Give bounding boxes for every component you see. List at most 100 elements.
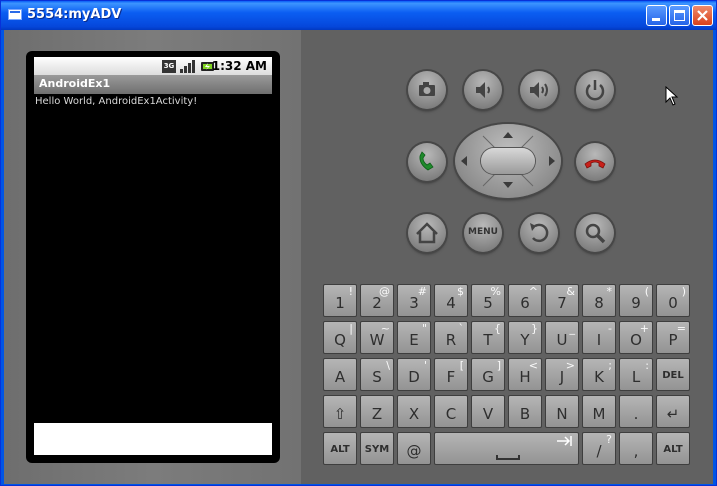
key-shift-label: ) <box>681 285 686 298</box>
key-0-0[interactable]: 1! <box>323 284 357 317</box>
key-2-2[interactable]: D ' <box>397 358 431 391</box>
maximize-button[interactable] <box>669 5 690 26</box>
key-space[interactable] <box>434 432 579 465</box>
key-0-9[interactable]: 0) <box>656 284 690 317</box>
key-main-label: J <box>559 367 565 386</box>
key-main-label: N <box>556 404 568 423</box>
key-2-4[interactable]: G] <box>471 358 505 391</box>
phone-screen[interactable]: 3G 1:32 AM AndroidEx1 Hello World, Andro… <box>26 51 280 463</box>
key-shift-label: " <box>421 322 427 335</box>
search-button[interactable] <box>576 214 614 252</box>
key-1-0[interactable]: Q | <box>323 321 357 354</box>
close-button[interactable] <box>692 5 713 26</box>
key-main-label: E <box>409 330 419 349</box>
key-3-0[interactable]: ⇧ <box>323 395 357 428</box>
key-alt-left[interactable]: ALT <box>323 432 357 465</box>
key-1-7[interactable]: I- <box>582 321 616 354</box>
key-main-label: D <box>408 367 420 386</box>
key-main-label: K <box>594 367 604 386</box>
key-0-3[interactable]: 4 $ <box>434 284 468 317</box>
key-sym[interactable]: SYM <box>360 432 394 465</box>
key-main-label: DEL <box>662 369 684 381</box>
key-1-9[interactable]: P = <box>656 321 690 354</box>
key-shift-label: ` <box>458 322 465 335</box>
key-1-5[interactable]: Y} <box>508 321 542 354</box>
call-button[interactable] <box>408 143 446 181</box>
dpad-center-button[interactable] <box>481 148 535 174</box>
key-1-1[interactable]: W ~ <box>360 321 394 354</box>
key-3-3[interactable]: C <box>434 395 468 428</box>
key-1-8[interactable]: O + <box>619 321 653 354</box>
key-alt-right[interactable]: ALT <box>656 432 690 465</box>
key-0-8[interactable]: 9( <box>619 284 653 317</box>
key-1-4[interactable]: T{ <box>471 321 505 354</box>
key-main-label: F <box>446 367 456 386</box>
minimize-button[interactable] <box>646 5 667 26</box>
key-0-2[interactable]: 3 # <box>397 284 431 317</box>
key-0-5[interactable]: 6 ^ <box>508 284 542 317</box>
key-main-label: B <box>519 404 531 423</box>
key-main-label: C <box>445 404 457 423</box>
key-shift-label: ? <box>606 433 612 446</box>
back-arrow-icon <box>530 223 549 243</box>
key-main-label: V <box>482 404 494 423</box>
key-2-5[interactable]: H < <box>508 358 542 391</box>
key-0-1[interactable]: 2 @ <box>360 284 394 317</box>
key-shift-label: } <box>531 322 538 335</box>
key-main-label: ↵ <box>666 404 680 423</box>
key-1-3[interactable]: R ` <box>434 321 468 354</box>
phone-red-icon <box>584 159 606 169</box>
status-time: 1:32 AM <box>211 59 267 73</box>
magnifier-icon <box>585 223 606 244</box>
volume-up-button[interactable] <box>520 71 558 109</box>
camera-button[interactable] <box>408 71 446 109</box>
key-main-label: ALT <box>663 443 683 455</box>
back-button[interactable] <box>520 214 558 252</box>
key-slash[interactable]: /? <box>582 432 616 465</box>
key-3-8[interactable]: . <box>619 395 653 428</box>
key-3-2[interactable]: X <box>397 395 431 428</box>
key-3-5[interactable]: B <box>508 395 542 428</box>
key-shift-label: ( <box>644 285 649 298</box>
key-2-8[interactable]: L: <box>619 358 653 391</box>
end-call-button[interactable] <box>576 143 614 181</box>
key-at[interactable]: @ <box>397 432 431 465</box>
key-2-0[interactable]: A <box>323 358 357 391</box>
menu-button[interactable]: MENU <box>464 214 502 252</box>
key-0-6[interactable]: 7 & <box>545 284 579 317</box>
key-shift-label: $ <box>457 285 464 298</box>
home-button[interactable] <box>408 214 446 252</box>
key-main-label: Z <box>371 404 383 423</box>
key-3-4[interactable]: V <box>471 395 505 428</box>
title-bar[interactable]: 5554:myADV <box>1 1 716 30</box>
key-main-label: R <box>445 330 457 349</box>
key-3-9[interactable]: ↵ <box>656 395 690 428</box>
key-1-2[interactable]: E " <box>397 321 431 354</box>
key-2-7[interactable]: K; <box>582 358 616 391</box>
key-shift-label: ; <box>608 359 612 372</box>
key-2-6[interactable]: J > <box>545 358 579 391</box>
key-shift-label: [ <box>459 359 464 372</box>
bottom-input-area[interactable] <box>34 423 272 455</box>
power-button[interactable] <box>576 71 614 109</box>
key-0-7[interactable]: 8 * <box>582 284 616 317</box>
key-main-label: T <box>483 330 493 349</box>
key-shift-label: ~ <box>380 322 390 335</box>
key-3-1[interactable]: Z <box>360 395 394 428</box>
key-3-6[interactable]: N <box>545 395 579 428</box>
key-2-9[interactable]: DEL <box>656 358 690 391</box>
dpad[interactable] <box>455 124 561 198</box>
key-comma[interactable]: , <box>619 432 653 465</box>
key-1-6[interactable]: U _ <box>545 321 579 354</box>
phone-green-icon <box>419 151 434 171</box>
key-main-label: I <box>596 330 602 349</box>
key-main-label: SYM <box>364 443 390 455</box>
key-main-label: 7 <box>557 293 567 312</box>
key-shift-label: ^ <box>528 285 538 298</box>
key-0-4[interactable]: 5% <box>471 284 505 317</box>
key-shift-label: _ <box>569 322 576 335</box>
key-3-7[interactable]: M <box>582 395 616 428</box>
key-2-1[interactable]: S \ <box>360 358 394 391</box>
volume-down-button[interactable] <box>464 71 502 109</box>
key-2-3[interactable]: F[ <box>434 358 468 391</box>
